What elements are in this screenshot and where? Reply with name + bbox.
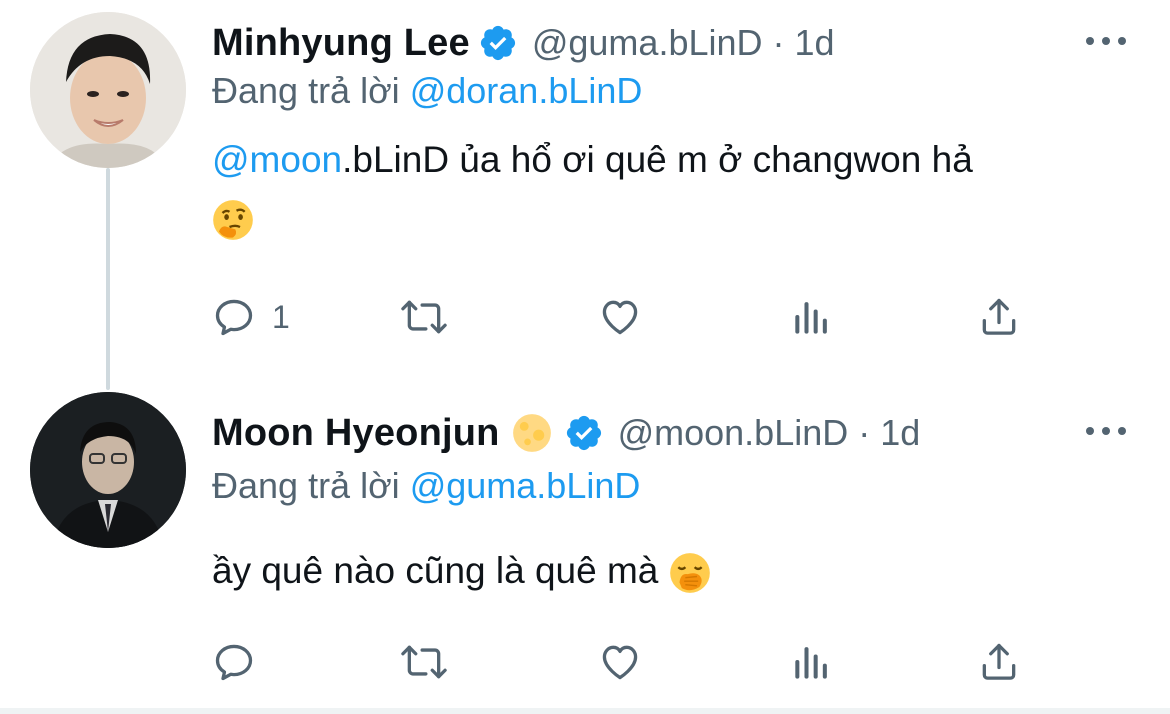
reply-prefix: Đang trả lời — [212, 70, 400, 111]
views-icon — [790, 640, 834, 684]
verified-badge-icon — [564, 413, 604, 453]
full-moon-emoji-icon — [512, 413, 552, 453]
timestamp[interactable]: 1d — [795, 22, 835, 64]
tweet-actions — [212, 638, 1042, 686]
separator: · — [772, 22, 785, 63]
share-button[interactable] — [977, 638, 1021, 686]
views-button[interactable] — [790, 638, 834, 686]
tweet-text-content: .bLinD ủa hổ ơi quê m ở changwon hả — [342, 139, 973, 180]
share-icon — [977, 295, 1021, 339]
reply-button[interactable]: 1 — [212, 293, 290, 341]
reply-prefix: Đang trả lời — [212, 465, 400, 506]
retweet-button[interactable] — [400, 293, 448, 341]
tweet-header: Moon Hyeonjun @moon.bLinD · 1d — [212, 408, 920, 458]
retweet-icon — [400, 295, 448, 339]
reply-icon — [212, 295, 256, 339]
like-button[interactable] — [597, 293, 643, 341]
more-icon[interactable] — [1086, 416, 1126, 446]
retweet-button[interactable] — [400, 638, 448, 686]
views-icon — [790, 295, 834, 339]
handle[interactable]: @moon.bLinD — [618, 412, 849, 454]
tweet[interactable]: Moon Hyeonjun @moon.bLinD · 1d Đang trả … — [0, 390, 1170, 708]
tweet[interactable]: Minhyung Lee @guma.bLinD · 1d Đang trả l… — [0, 0, 1170, 390]
replying-to: Đang trả lời @doran.bLinD — [212, 70, 642, 112]
separator: · — [858, 412, 871, 453]
display-name[interactable]: Moon Hyeonjun — [212, 412, 500, 455]
reply-icon — [212, 640, 256, 684]
share-button[interactable] — [977, 293, 1021, 341]
replying-to: Đang trả lời @guma.bLinD — [212, 465, 640, 507]
avatar[interactable] — [30, 12, 186, 168]
tweet-text: @moon.bLinD ủa hổ ơi quê m ở changwon hả — [212, 131, 1112, 247]
display-name[interactable]: Minhyung Lee — [212, 22, 470, 65]
verified-badge-icon — [478, 23, 518, 63]
timestamp[interactable]: 1d — [880, 412, 920, 454]
avatar[interactable] — [30, 392, 186, 548]
more-icon[interactable] — [1086, 26, 1126, 56]
tweet-text: ầy quê nào cũng là quê mà — [212, 542, 1112, 600]
reply-handle-link[interactable]: @guma.bLinD — [410, 465, 641, 506]
like-button[interactable] — [597, 638, 643, 686]
face-with-hand-over-mouth-emoji-icon — [669, 552, 711, 594]
reply-button[interactable] — [212, 638, 272, 686]
mention-link[interactable]: @moon — [212, 139, 342, 180]
like-icon — [597, 640, 643, 684]
share-icon — [977, 640, 1021, 684]
tweet-header: Minhyung Lee @guma.bLinD · 1d — [212, 18, 835, 68]
divider — [0, 708, 1170, 714]
tweet-text-content: ầy quê nào cũng là quê mà — [212, 550, 659, 591]
like-icon — [597, 295, 643, 339]
views-button[interactable] — [790, 293, 834, 341]
reply-handle-link[interactable]: @doran.bLinD — [410, 70, 643, 111]
tweet-actions: 1 — [212, 293, 1042, 341]
thinking-face-emoji-icon — [212, 199, 254, 241]
handle[interactable]: @guma.bLinD — [532, 22, 763, 64]
retweet-icon — [400, 640, 448, 684]
reply-count: 1 — [272, 298, 290, 335]
